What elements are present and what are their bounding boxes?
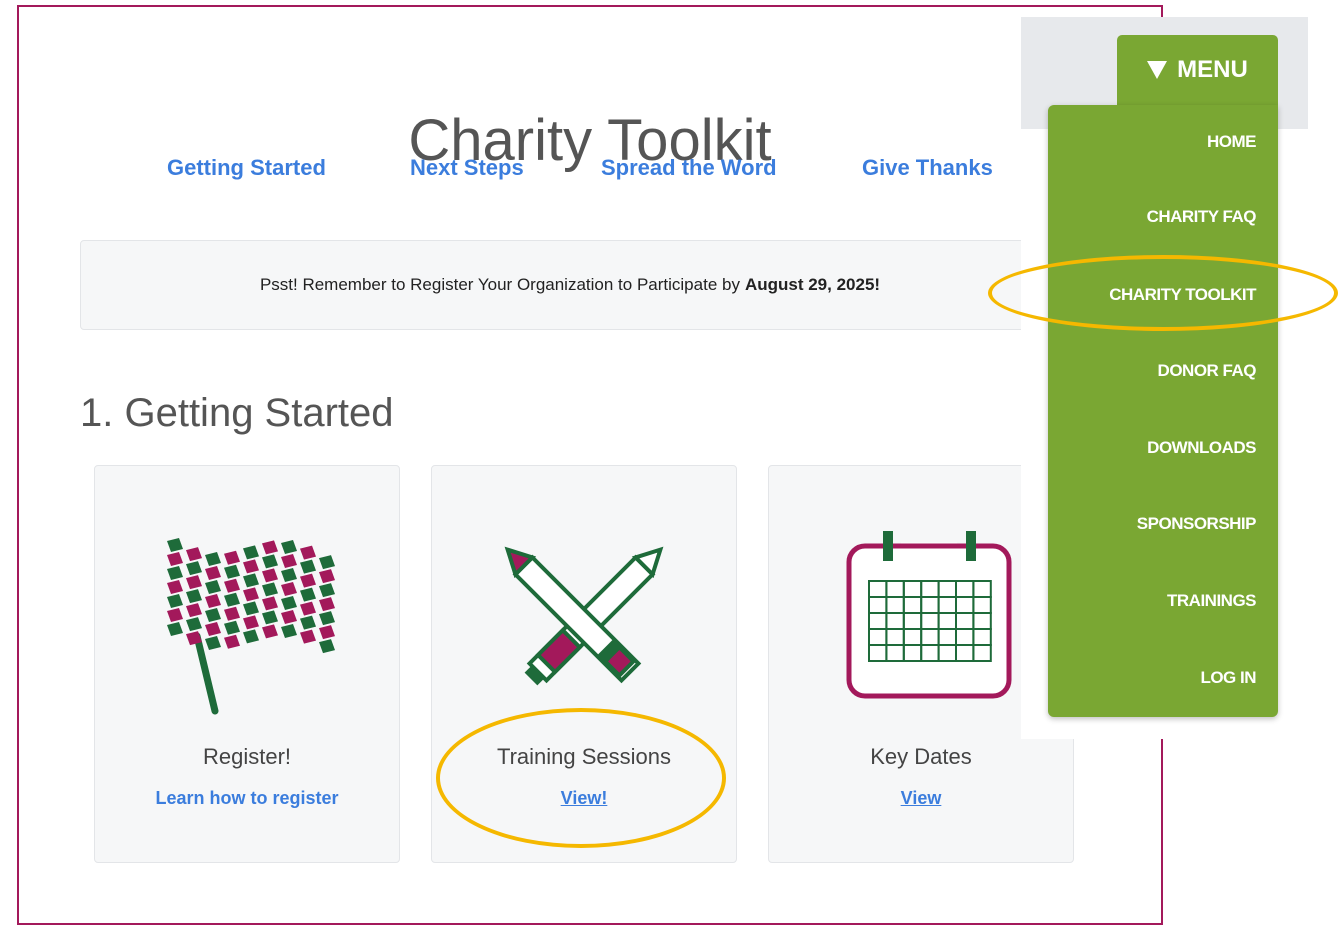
flag-square [319,639,335,654]
flag-square [167,552,183,566]
flag-square [186,575,202,590]
flag-square [167,580,183,594]
flag-square [262,568,278,583]
flag-square [319,583,335,598]
flag-square [224,634,240,649]
menu-item-charity-toolkit[interactable]: CHARITY TOOLKIT [1109,285,1256,305]
nav-give-thanks[interactable]: Give Thanks [862,155,993,181]
nav-getting-started[interactable]: Getting Started [167,155,326,181]
flag-square [205,635,221,650]
notice-date: August 29, 2025! [744,275,881,294]
flag-square [300,559,316,574]
flag-square [224,606,240,621]
flag-square [186,617,202,632]
flag-square [186,603,202,618]
card-register: Register! Learn how to register [94,465,400,863]
flag-square [281,568,297,583]
flag-square [167,608,183,622]
menu-item-log-in[interactable]: LOG IN [1200,668,1256,688]
registration-notice: Psst! Remember to Register Your Organiza… [80,240,1060,330]
flag-square [243,573,259,588]
flag-square [243,601,259,616]
flag-square [300,587,316,602]
nav-spread-the-word[interactable]: Spread the Word [601,155,777,181]
menu-item-charity-faq[interactable]: CHARITY FAQ [1147,207,1257,227]
training-view-link[interactable]: View! [432,788,736,809]
nav-next-steps[interactable]: Next Steps [410,155,524,181]
flag-square [205,565,221,580]
key-dates-view-link[interactable]: View [769,788,1073,809]
flag-square [281,610,297,625]
menu-item-home[interactable]: HOME [1207,132,1257,152]
flag-square [319,625,335,640]
flag-square [281,582,297,597]
flag-square [319,555,335,570]
menu-item-trainings[interactable]: TRAININGS [1167,591,1257,611]
flag-square [243,629,259,644]
card-training-sessions: Training Sessions View! [431,465,737,863]
flag-square [186,561,202,576]
flag-square [319,611,335,626]
calendar-icon [846,531,1012,699]
card-title: Register! [202,744,292,769]
menu-toggle-label: MENU [1177,56,1248,83]
flag-square [224,620,240,635]
flag-square [243,587,259,602]
flag-square [281,596,297,611]
flag-square [205,607,221,622]
card-title: Key Dates [870,744,972,769]
notice-text: Psst! Remember to Register Your Organiza… [259,275,740,294]
flag-square [262,624,278,639]
flag-square [300,629,316,644]
flag-square [319,597,335,612]
flag-square [319,569,335,584]
flag-square [300,545,316,560]
flag-square [167,594,183,608]
flag-square [300,573,316,588]
flag-square [224,578,240,593]
menu-item-downloads[interactable]: DOWNLOADS [1147,438,1256,458]
flag-square [243,559,259,574]
register-link[interactable]: Learn how to register [95,788,399,809]
section-nav: Getting Started Next Steps Spread the Wo… [0,155,1180,185]
flag-square [205,621,221,636]
flag-square [262,582,278,597]
menu-item-sponsorship[interactable]: SPONSORSHIP [1137,514,1257,534]
flag-square [262,554,278,569]
menu-item-donor-faq[interactable]: DONOR FAQ [1158,361,1257,381]
flag-square [281,554,297,569]
flag-square [205,551,221,566]
flag-square [262,540,278,555]
flag-square [262,596,278,611]
flag-square [205,593,221,608]
flag-square [224,592,240,607]
checkered-flag-icon [167,538,335,715]
flag-square [167,566,183,580]
flag-square [167,538,183,552]
flag-square [224,550,240,565]
crossed-pencils-icon [504,546,664,686]
menu-toggle-button[interactable]: MENU [1117,35,1278,105]
flag-square [167,622,183,636]
flag-square [281,540,297,555]
flag-square [300,601,316,616]
flag-square [186,547,202,562]
flag-square [281,624,297,639]
flag-square [262,610,278,625]
flag-square [224,564,240,579]
menu-dropdown: HOME CHARITY FAQ CHARITY TOOLKIT DONOR F… [1048,105,1278,717]
card-title: Training Sessions [496,744,672,769]
flag-square [243,545,259,560]
flag-square [243,615,259,630]
triangle-down-icon [1147,61,1168,79]
flag-square [186,589,202,604]
flag-square [205,579,221,594]
flag-square [300,615,316,630]
section-heading: 1. Getting Started [80,391,394,436]
